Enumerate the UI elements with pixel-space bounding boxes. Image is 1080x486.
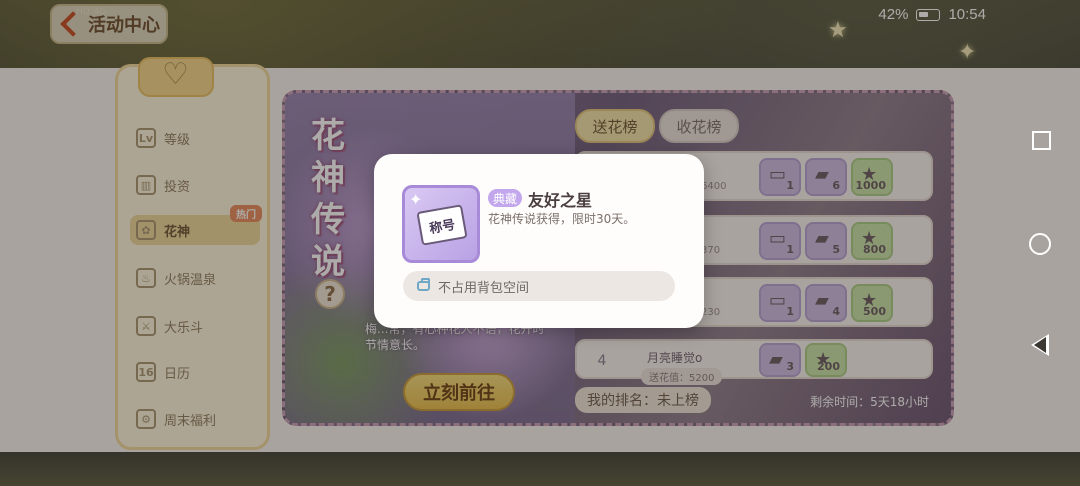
bag-icon bbox=[417, 278, 430, 291]
bag-note: 不占用背包空间 bbox=[403, 271, 675, 301]
home-icon[interactable] bbox=[1029, 233, 1051, 255]
rarity-badge: 典藏 bbox=[488, 189, 523, 207]
bag-note-label: 不占用背包空间 bbox=[438, 280, 530, 296]
title-card-icon: 称号 bbox=[416, 204, 468, 246]
back-icon[interactable] bbox=[1031, 334, 1049, 356]
recents-icon[interactable] bbox=[1032, 131, 1051, 150]
item-icon: ✦ 称号 bbox=[402, 185, 480, 263]
system-nav-bar bbox=[1024, 0, 1080, 486]
item-description: 花神传说获得，限时30天。 bbox=[488, 212, 636, 226]
sparkle-icon: ✦ bbox=[409, 190, 423, 209]
item-detail-popup: ✦ 称号 典藏 友好之星 花神传说获得，限时30天。 不占用背包空间 bbox=[374, 154, 704, 328]
item-name: 友好之星 bbox=[528, 191, 593, 210]
